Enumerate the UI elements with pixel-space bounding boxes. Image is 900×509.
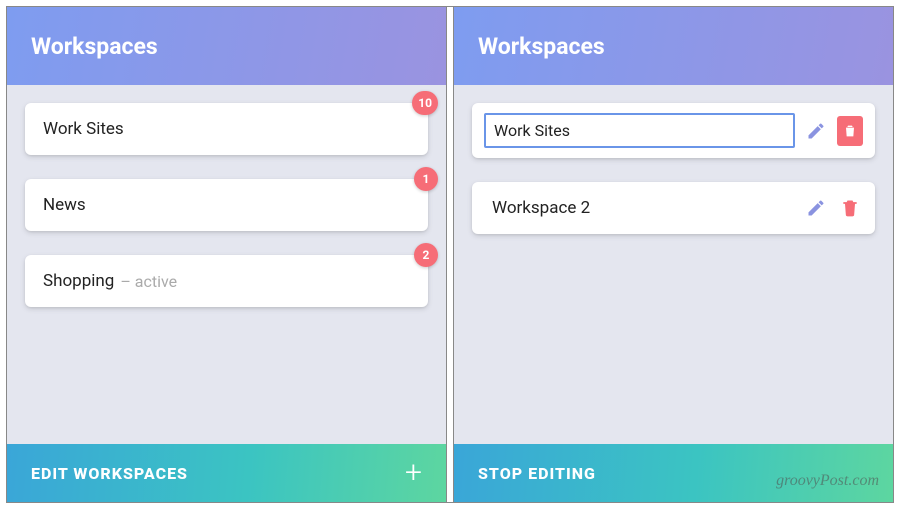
pencil-icon[interactable] bbox=[803, 118, 829, 144]
count-badge: 10 bbox=[412, 91, 438, 115]
trash-icon[interactable] bbox=[837, 195, 863, 221]
panel-normal-mode: Workspaces Work Sites 10 News 1 Shopping… bbox=[7, 7, 447, 502]
edit-workspaces-button[interactable]: EDIT WORKSPACES bbox=[31, 464, 188, 483]
footer-bar[interactable]: STOP EDITING bbox=[454, 444, 893, 502]
active-indicator: – active bbox=[120, 272, 177, 291]
stop-editing-button[interactable]: STOP EDITING bbox=[478, 464, 596, 483]
workspace-label: News bbox=[43, 195, 86, 215]
workspace-label: Shopping bbox=[43, 271, 114, 291]
workspace-item[interactable]: News 1 bbox=[25, 179, 428, 231]
workspace-edit-item bbox=[472, 103, 875, 158]
workspace-item[interactable]: Work Sites 10 bbox=[25, 103, 428, 155]
count-badge: 2 bbox=[414, 243, 438, 267]
page-title: Workspaces bbox=[478, 33, 605, 60]
screenshot-frame: Workspaces Work Sites 10 News 1 Shopping… bbox=[6, 6, 894, 503]
workspace-list: Work Sites 10 News 1 Shopping – active 2 bbox=[7, 85, 446, 444]
pencil-icon[interactable] bbox=[803, 195, 829, 221]
workspace-edit-item: Workspace 2 bbox=[472, 182, 875, 234]
header: Workspaces bbox=[7, 7, 446, 85]
trash-icon[interactable] bbox=[837, 118, 863, 144]
workspace-name-input[interactable] bbox=[484, 113, 795, 148]
page-title: Workspaces bbox=[31, 33, 158, 60]
workspace-label: Work Sites bbox=[43, 119, 124, 139]
footer-bar[interactable]: EDIT WORKSPACES + bbox=[7, 444, 446, 502]
header: Workspaces bbox=[454, 7, 893, 85]
workspace-item-active[interactable]: Shopping – active 2 bbox=[25, 255, 428, 307]
panel-edit-mode: Workspaces Workspace 2 bbox=[453, 7, 893, 502]
add-workspace-icon[interactable]: + bbox=[405, 458, 422, 488]
workspace-label: Workspace 2 bbox=[484, 198, 795, 218]
workspace-edit-list: Workspace 2 bbox=[454, 85, 893, 444]
count-badge: 1 bbox=[414, 167, 438, 191]
